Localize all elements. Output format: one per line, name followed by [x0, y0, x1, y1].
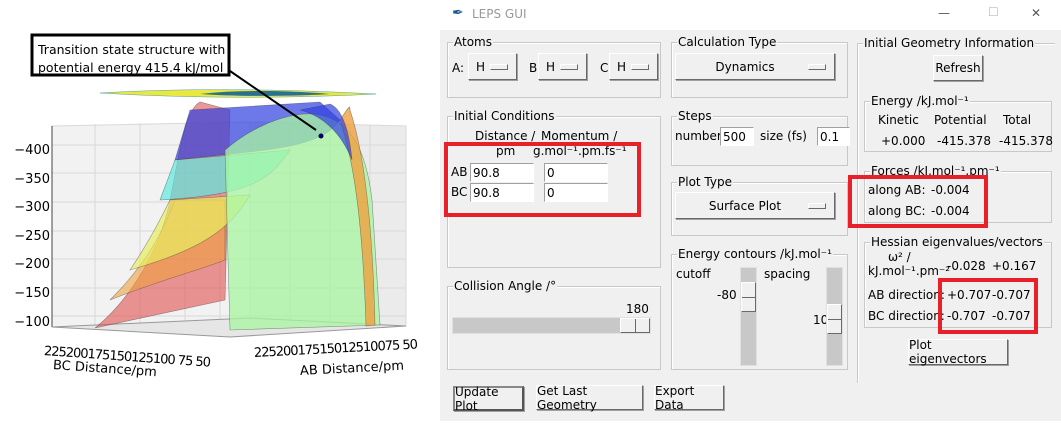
plot-type-value: Surface Plot [708, 198, 782, 213]
collision-angle-value: 180 [626, 302, 649, 316]
calculation-type-select[interactable]: Dynamics [675, 53, 835, 80]
atom-b-select[interactable]: H [538, 53, 587, 80]
z-axis-ticks: −400 −350 −300 −250 −200 −150 −100 [6, 137, 50, 337]
highlight-box [848, 175, 988, 228]
highlight-box [444, 142, 641, 217]
energy-contours-frame: Energy contours /kJ.mol⁻¹ cutoff -80 spa… [671, 246, 848, 370]
collision-angle-title: Collision Angle /° [453, 278, 558, 294]
step-size-label: size (fs) [760, 129, 807, 143]
ab-tick: 150 [319, 341, 342, 358]
kinetic-value: +0.000 [881, 134, 926, 148]
leps-gui-window: ✒ LEPS GUI — ☐ ✕ Atoms A: H B: H C: H Ca… [440, 0, 1061, 421]
initial-geometry-title: Initial Geometry Information [863, 35, 1036, 51]
bc-direction-label: BC direction: [868, 309, 945, 323]
ab-tick: 175 [297, 342, 320, 359]
step-size-input[interactable] [817, 127, 850, 146]
get-last-geometry-button[interactable]: Get Last Geometry [536, 384, 643, 412]
omega-unit: kJ.mol⁻¹.pm⁻² [868, 264, 951, 278]
maximize-button[interactable]: ☐ [988, 5, 999, 20]
plot-type-frame: Plot Type Surface Plot [671, 174, 848, 236]
energy-frame: Energy /kJ.mol⁻¹ Kinetic Potential Total… [864, 93, 1053, 152]
eigenvalue-1: -0.028 [947, 259, 986, 273]
atom-b-value: H [546, 59, 556, 74]
omega-label: ω² / [888, 250, 911, 264]
title-bar: ✒ LEPS GUI — ☐ ✕ [440, 0, 1061, 30]
eigenvalue-2: +0.167 [992, 259, 1037, 273]
atom-a-select[interactable]: H [468, 53, 517, 80]
steps-title: Steps [677, 108, 713, 124]
atom-a-label: A: [452, 61, 465, 75]
bc-tick: 75 [177, 353, 193, 370]
kinetic-header: Kinetic [878, 113, 919, 127]
calculation-type-value: Dynamics [715, 59, 775, 74]
initial-conditions-title: Initial Conditions [453, 108, 556, 124]
potential-value: -415.378 [937, 134, 991, 148]
atom-a-value: H [476, 59, 486, 74]
transition-state-point [318, 133, 324, 139]
minimize-button[interactable]: — [938, 6, 950, 21]
atoms-title: Atoms [453, 34, 493, 50]
total-value: -415.378 [999, 134, 1053, 148]
plot-type-title: Plot Type [677, 174, 733, 190]
slider-thumb[interactable] [620, 318, 650, 333]
ab-direction-label: AB direction: [868, 288, 945, 302]
steps-number-label: number [675, 129, 722, 143]
z-tick: −200 [14, 257, 50, 273]
z-tick: −300 [14, 200, 50, 216]
spacing-label: spacing [764, 267, 811, 281]
ab-tick: 100 [362, 339, 386, 356]
hessian-title: Hessian eigenvalues/vectors [870, 234, 1044, 250]
z-tick: −250 [14, 228, 50, 244]
export-data-button[interactable]: Export Data [654, 384, 724, 412]
calculation-type-frame: Calculation Type Dynamics [671, 34, 848, 98]
collision-angle-slider[interactable] [452, 317, 651, 334]
spacing-slider[interactable] [826, 267, 843, 366]
atoms-frame: Atoms A: H B: H C: H [447, 34, 661, 98]
z-tick: −100 [14, 314, 50, 330]
ab-tick: 75 [384, 338, 400, 355]
cutoff-label: cutoff [676, 267, 711, 281]
refresh-button[interactable]: Refresh [933, 55, 983, 81]
plot-type-select[interactable]: Surface Plot [675, 192, 835, 219]
calculation-type-title: Calculation Type [677, 34, 778, 50]
steps-frame: Steps number size (fs) [671, 108, 850, 166]
ab-tick: 200 [275, 343, 298, 360]
close-button[interactable]: ✕ [1031, 6, 1041, 21]
spacing-slider-thumb[interactable] [827, 304, 842, 334]
ab-tick: 50 [402, 337, 418, 354]
ab-tick: 125 [340, 340, 364, 357]
bc-tick: 50 [194, 354, 211, 371]
z-tick: −400 [14, 143, 50, 158]
atom-c-value: H [617, 59, 627, 74]
ab-tick: 225 [253, 344, 277, 361]
highlight-box [938, 278, 1038, 334]
collision-angle-frame: Collision Angle /° 180 [447, 278, 661, 370]
plot-eigenvectors-button[interactable]: Plot eigenvectors [908, 338, 1008, 366]
cutoff-value: -80 [717, 288, 737, 302]
atom-c-select[interactable]: H [609, 53, 658, 80]
z-tick: −150 [14, 285, 50, 301]
surface-plot: Transition state structure with potentia… [0, 0, 432, 421]
energy-contours-title: Energy contours /kJ.mol⁻¹ [677, 246, 833, 262]
potential-header: Potential [934, 113, 987, 127]
feather-icon: ✒ [452, 5, 464, 21]
energy-title: Energy /kJ.mol⁻¹ [870, 93, 970, 109]
annotation-text: Transition state structure with potentia… [38, 42, 226, 75]
window-title: LEPS GUI [472, 7, 527, 21]
update-plot-button[interactable]: Update Plot [453, 385, 524, 413]
steps-number-input[interactable] [720, 127, 754, 146]
cutoff-slider-thumb[interactable] [741, 282, 756, 312]
total-header: Total [1003, 113, 1032, 127]
z-tick: −350 [14, 171, 50, 187]
cutoff-slider[interactable] [740, 267, 757, 366]
